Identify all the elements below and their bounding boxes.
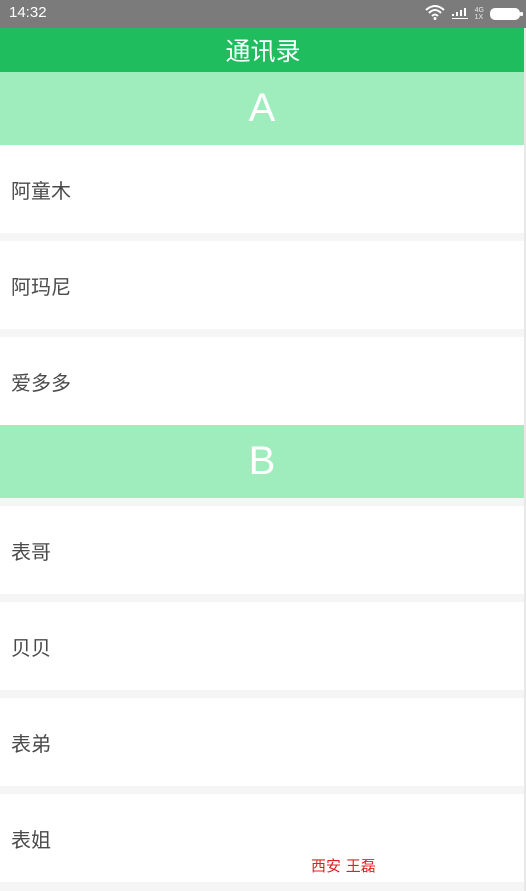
battery-icon — [490, 8, 523, 20]
divider — [0, 233, 524, 241]
contact-item[interactable]: 表哥 — [0, 506, 524, 594]
status-time: 14:32 — [9, 4, 47, 21]
contact-item[interactable]: 表弟 — [0, 698, 524, 786]
contact-item[interactable]: 贝贝 — [0, 602, 524, 690]
contact-item[interactable]: 阿童木 — [0, 145, 524, 233]
divider — [0, 786, 524, 794]
divider — [0, 329, 524, 337]
page-title: 通讯录 — [225, 37, 301, 66]
network-type-bottom: 1X — [474, 14, 484, 21]
network-type-top: 4G — [474, 7, 484, 14]
author-credit: 西安 王磊 — [311, 857, 376, 875]
divider — [0, 690, 524, 698]
signal-icon — [451, 4, 469, 24]
contact-item[interactable]: 阿玛尼 — [0, 241, 524, 329]
status-bar: 14:32 4G 1X — [0, 0, 526, 28]
contacts-screen: 14:32 4G 1X 通讯录 A 阿童木 阿玛尼 爱多多 B 表哥 贝贝 表弟… — [0, 0, 526, 891]
contact-item[interactable]: 爱多多 — [0, 337, 524, 425]
title-bar: 通讯录 — [0, 28, 526, 72]
divider — [0, 498, 524, 506]
network-type: 4G 1X — [475, 7, 484, 21]
wifi-icon — [424, 4, 445, 24]
contact-item[interactable]: 表姐 — [0, 794, 524, 882]
status-icons: 4G 1X — [424, 4, 523, 24]
divider — [0, 594, 524, 602]
section-header-b: B — [0, 425, 524, 498]
contact-list[interactable]: A 阿童木 阿玛尼 爱多多 B 表哥 贝贝 表弟 表姐 — [0, 72, 526, 882]
section-header-a: A — [0, 72, 524, 145]
